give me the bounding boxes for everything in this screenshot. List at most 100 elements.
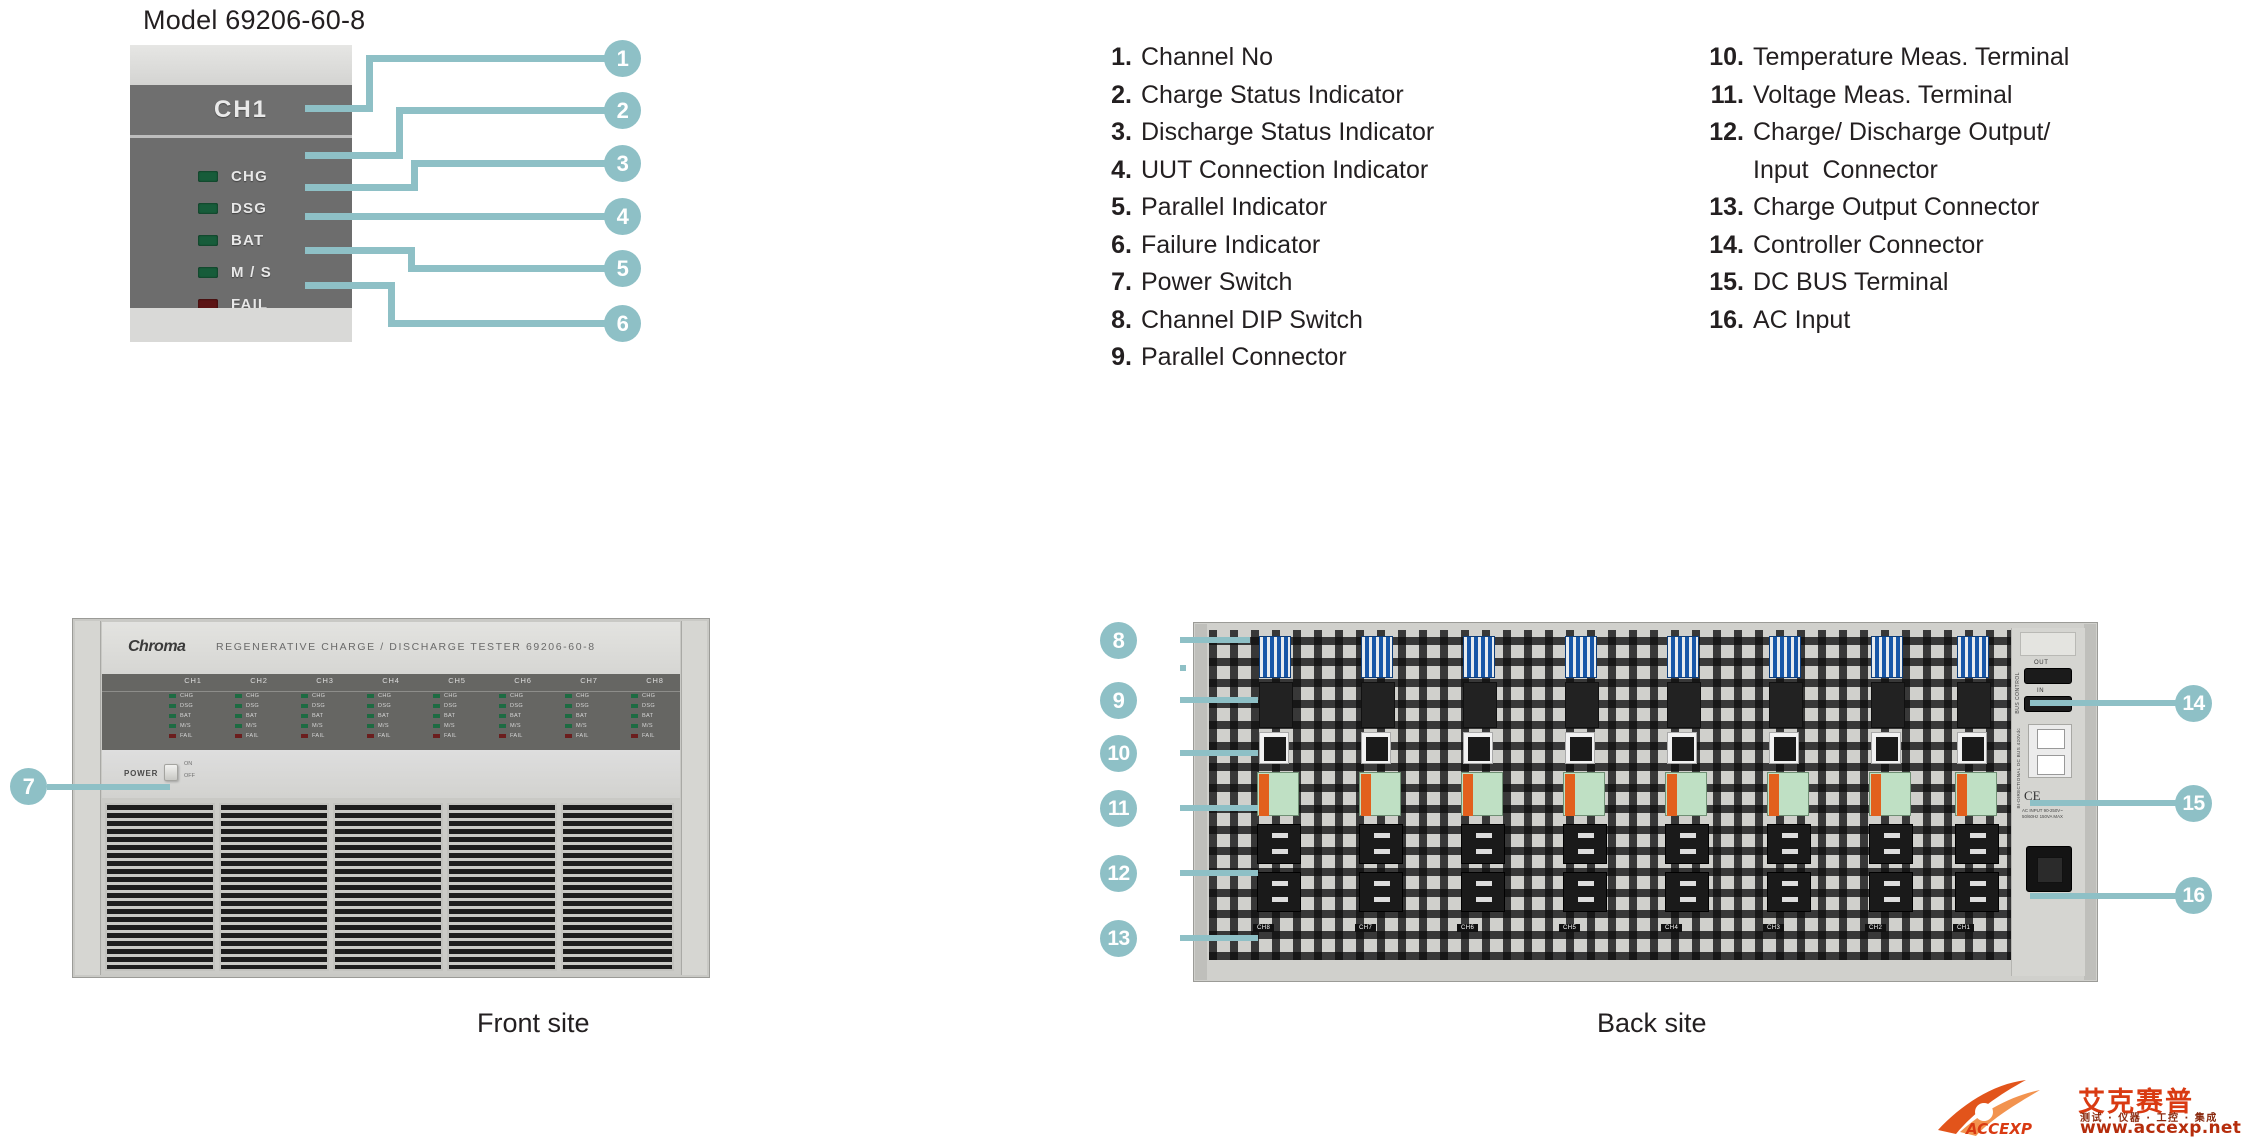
controller-out-connector[interactable]	[2024, 668, 2072, 684]
front-ch5-bat-led-icon	[433, 714, 440, 718]
callout-badge-8[interactable]: 8	[1100, 622, 1137, 659]
ch4-dip-switch[interactable]	[1667, 636, 1699, 678]
ch5-voltage-terminal[interactable]	[1563, 772, 1605, 816]
legend-num-8: 8.	[1111, 305, 1132, 334]
ch3-charge-connector[interactable]	[1767, 872, 1811, 912]
legend-num-16: 16.	[1709, 305, 1744, 334]
callout-badge-2[interactable]: 2	[604, 92, 641, 129]
ch1-dip-switch[interactable]	[1957, 636, 1989, 678]
ch4-charge-connector[interactable]	[1665, 872, 1709, 912]
ch6-temp-jack-icon	[1468, 737, 1490, 761]
ch6-parallel-connector[interactable]	[1463, 682, 1497, 728]
ch2-discharge-connector[interactable]	[1869, 824, 1913, 864]
ac-input-socket[interactable]	[2026, 846, 2072, 892]
ch6-dip-switch[interactable]	[1463, 636, 1495, 678]
ch6-charge-connector[interactable]	[1461, 872, 1505, 912]
ch7-charge-connector[interactable]	[1359, 872, 1403, 912]
ch6-discharge-connector[interactable]	[1461, 824, 1505, 864]
ch4-discharge-connector[interactable]	[1665, 824, 1709, 864]
ch3-discharge-connector[interactable]	[1767, 824, 1811, 864]
callout-badge-1[interactable]: 1	[604, 40, 641, 77]
ch7-discharge-connector[interactable]	[1359, 824, 1403, 864]
front-vent-block-1	[105, 803, 215, 971]
ch1-discharge-connector[interactable]	[1955, 824, 1999, 864]
ms-led-label: M / S	[231, 263, 273, 281]
front-ch2-bat-label: BAT	[246, 713, 258, 719]
ch5-charge-connector[interactable]	[1563, 872, 1607, 912]
ch5-discharge-connector[interactable]	[1563, 824, 1607, 864]
chg-led-label: CHG	[231, 167, 268, 185]
front-ch1-label: CH1	[184, 676, 202, 685]
front-vent-block-5	[561, 803, 674, 971]
front-rack-ear-left	[75, 621, 101, 975]
callout-badge-5[interactable]: 5	[604, 250, 641, 287]
ch5-dip-switch[interactable]	[1565, 636, 1597, 678]
legend-text-12: Charge/ Discharge Output/	[1753, 118, 2051, 146]
callout-badge-16[interactable]: 16	[2175, 877, 2212, 914]
front-ch3-chg-led-icon	[301, 694, 308, 698]
callout-badge-4[interactable]: 4	[604, 198, 641, 235]
ch6-dsg-blade2-icon	[1476, 849, 1492, 854]
ch7-voltage-terminal[interactable]	[1359, 772, 1401, 816]
front-ch8-dsg-led-icon	[631, 704, 638, 708]
ch5-temp-jack-icon	[1570, 737, 1592, 761]
ch4-parallel-connector[interactable]	[1667, 682, 1701, 728]
ch8-voltage-terminal[interactable]	[1257, 772, 1299, 816]
front-ch4-bat-label: BAT	[378, 713, 390, 719]
ch2-temperature-terminal[interactable]	[1871, 732, 1901, 764]
callout-badge-12[interactable]: 12	[1100, 855, 1137, 892]
callout-badge-10[interactable]: 10	[1100, 735, 1137, 772]
front-ch6-ms-led-icon	[499, 724, 506, 728]
legend-num-4: 4.	[1111, 155, 1132, 184]
ch8-discharge-connector[interactable]	[1257, 824, 1301, 864]
dc-bus-terminal[interactable]	[2028, 724, 2072, 778]
ch2-voltage-terminal[interactable]	[1869, 772, 1911, 816]
legend-item-3: 3. Discharge Status Indicator	[1088, 114, 1648, 152]
ch7-parallel-connector[interactable]	[1361, 682, 1395, 728]
ch5-temperature-terminal[interactable]	[1565, 732, 1595, 764]
ch6-voltage-terminal[interactable]	[1461, 772, 1503, 816]
ch3-parallel-connector[interactable]	[1769, 682, 1803, 728]
ch6-chg-blade-icon	[1476, 881, 1492, 886]
callout-badge-3[interactable]: 3	[604, 145, 641, 182]
ch1-voltage-terminal[interactable]	[1955, 772, 1997, 816]
ch2-parallel-connector[interactable]	[1871, 682, 1905, 728]
ch3-temperature-terminal[interactable]	[1769, 732, 1799, 764]
callout-badge-15[interactable]: 15	[2175, 785, 2212, 822]
ch2-charge-connector[interactable]	[1869, 872, 1913, 912]
callout-badge-11[interactable]: 11	[1100, 790, 1137, 827]
callout-badge-14[interactable]: 14	[2175, 685, 2212, 722]
callout-badge-6[interactable]: 6	[604, 305, 641, 342]
power-switch-rocker[interactable]	[164, 764, 178, 781]
ch1-parallel-connector[interactable]	[1957, 682, 1991, 728]
callout-badge-7[interactable]: 7	[10, 768, 47, 805]
ch7-dsg-blade-icon	[1374, 833, 1390, 838]
ch6-temperature-terminal[interactable]	[1463, 732, 1493, 764]
ch3-dsg-blade-icon	[1782, 833, 1798, 838]
ch7-dip-switch[interactable]	[1361, 636, 1393, 678]
ch1-temperature-terminal[interactable]	[1957, 732, 1987, 764]
ch2-dip-switch[interactable]	[1871, 636, 1903, 678]
ch8-parallel-connector[interactable]	[1259, 682, 1293, 728]
callout-badge-13[interactable]: 13	[1100, 920, 1137, 957]
legend-item-14: 14. Controller Connector	[1700, 227, 2240, 265]
ch8-dip-switch[interactable]	[1259, 636, 1291, 678]
ch3-voltage-terminal[interactable]	[1767, 772, 1809, 816]
ch7-temperature-terminal[interactable]	[1361, 732, 1391, 764]
ch1-charge-connector[interactable]	[1955, 872, 1999, 912]
front-ch6-bat-label: BAT	[510, 713, 522, 719]
callout-badge-9[interactable]: 9	[1100, 682, 1137, 719]
ac-inlet-icon	[2037, 857, 2063, 883]
back-channel-ch2: CH2	[1851, 632, 1939, 962]
ch4-temperature-terminal[interactable]	[1667, 732, 1697, 764]
legend-num-10: 10.	[1709, 43, 1744, 71]
ch1-chg-blade-icon	[1970, 881, 1986, 886]
legend-text-13: Charge Output Connector	[1753, 193, 2040, 221]
ch5-parallel-connector[interactable]	[1565, 682, 1599, 728]
ch8-temperature-terminal[interactable]	[1259, 732, 1289, 764]
front-ch1-bat-label: BAT	[180, 713, 192, 719]
ch4-voltage-terminal[interactable]	[1665, 772, 1707, 816]
ch3-dip-switch[interactable]	[1769, 636, 1801, 678]
ch2-dsg-blade2-icon	[1884, 849, 1900, 854]
ch8-charge-connector[interactable]	[1257, 872, 1301, 912]
